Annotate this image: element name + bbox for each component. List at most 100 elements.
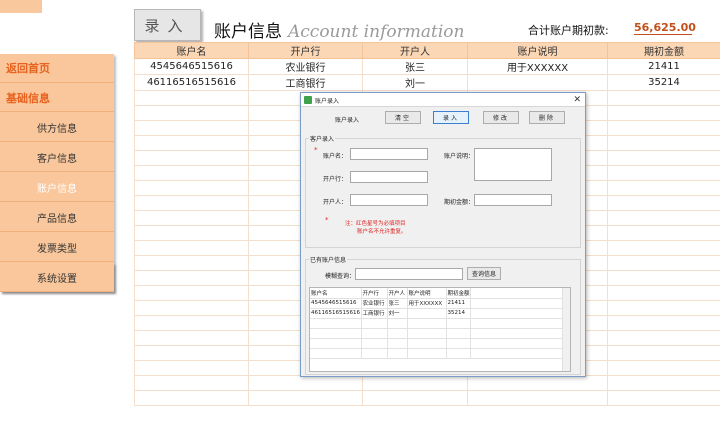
grid-row[interactable]: 4545646515616 农业银行 张三 用于XXXXXX 21411 [310,298,563,309]
table-cell[interactable] [134,90,249,106]
table-cell[interactable] [134,375,249,391]
table-cell[interactable] [607,300,720,316]
table-row[interactable]: 46116516515616 工商银行 刘一 35214 [134,74,720,91]
table-cell[interactable] [607,195,720,211]
table-cell[interactable] [607,360,720,376]
table-cell[interactable] [607,120,720,136]
table-cell[interactable] [134,360,249,376]
grid-cell[interactable]: 工商银行 [361,308,388,319]
table-cell[interactable] [134,225,249,241]
table-cell[interactable] [134,255,249,271]
table-row-empty[interactable] [134,375,720,391]
edit-button[interactable]: 修改 [483,111,519,124]
grid-cell[interactable]: 张三 [387,298,408,309]
table-cell[interactable] [134,315,249,331]
sidebar-item-product[interactable]: 产品信息 [0,203,114,232]
table-cell[interactable] [134,135,249,151]
sidebar-item-customer[interactable]: 客户信息 [0,143,114,172]
table-cell[interactable] [607,375,720,391]
grid-cell[interactable]: 农业银行 [361,298,388,309]
table-cell[interactable] [467,74,608,91]
table-cell[interactable] [134,150,249,166]
table-cell[interactable] [134,210,249,226]
table-cell[interactable] [607,90,720,106]
table-cell[interactable] [607,285,720,301]
initial-amount-input[interactable] [474,194,552,206]
grid-cell[interactable]: 4545646515616 [310,298,362,309]
enter-button[interactable]: 录入 [433,111,469,124]
table-cell[interactable] [134,285,249,301]
table-cell[interactable] [362,375,468,391]
table-cell[interactable] [134,270,249,286]
back-home-button[interactable]: 返回首页 [0,54,114,83]
table-cell[interactable] [134,120,249,136]
table-cell[interactable] [134,165,249,181]
table-cell[interactable] [607,345,720,361]
sheet-tab-stub[interactable] [0,0,42,13]
table-cell[interactable] [134,180,249,196]
grid-scrollbar[interactable] [562,288,570,371]
table-row-empty[interactable] [134,390,720,406]
table-cell[interactable] [607,270,720,286]
table-cell[interactable]: 工商银行 [248,74,363,91]
existing-group-label: 已有账户信息 [309,255,348,264]
grid-cell[interactable]: 46116516515616 [310,308,362,319]
table-cell[interactable] [607,135,720,151]
entry-button[interactable]: 录入 [134,9,201,41]
table-cell[interactable]: 4545646515616 [134,58,249,75]
table-cell[interactable] [607,105,720,121]
table-cell[interactable] [248,390,363,406]
table-cell[interactable] [134,330,249,346]
grid-cell[interactable]: 35214 [446,308,471,319]
table-cell[interactable] [607,390,720,406]
table-cell[interactable] [134,390,249,406]
search-button[interactable]: 查询信息 [467,267,501,280]
table-cell[interactable] [607,225,720,241]
delete-button[interactable]: 删除 [529,111,565,124]
table-cell[interactable] [607,150,720,166]
holder-input[interactable] [350,194,428,206]
table-cell[interactable] [467,375,608,391]
sheet-header-description: 账户说明 [467,42,608,59]
accounts-grid[interactable]: 账户名 开户行 开户人 账户说明 期初金额 4545646515616 农业银行… [309,287,571,372]
table-cell[interactable] [607,315,720,331]
table-cell[interactable]: 张三 [362,58,468,75]
table-cell[interactable]: 刘一 [362,74,468,91]
table-cell[interactable] [607,255,720,271]
bank-input[interactable] [350,171,428,183]
table-cell[interactable] [248,375,363,391]
grid-cell[interactable] [407,308,447,319]
grid-cell[interactable]: 刘一 [387,308,408,319]
table-cell[interactable]: 农业银行 [248,58,363,75]
search-input[interactable] [355,268,463,280]
description-input[interactable] [474,148,552,181]
table-cell[interactable]: 35214 [607,74,720,91]
dialog-titlebar[interactable]: 账户录入 ✕ [301,93,585,107]
table-cell[interactable] [362,390,468,406]
clear-button[interactable]: 清空 [385,111,421,124]
grid-row[interactable]: 46116516515616 工商银行 刘一 35214 [310,308,563,319]
table-cell[interactable]: 21411 [607,58,720,75]
grid-cell[interactable]: 21411 [446,298,471,309]
sidebar-item-account[interactable]: 账户信息 [0,173,114,202]
sidebar-item-invoice-type[interactable]: 发票类型 [0,233,114,262]
sidebar-item-supplier[interactable]: 供方信息 [0,113,114,142]
table-cell[interactable] [134,240,249,256]
table-cell[interactable] [134,105,249,121]
table-row[interactable]: 4545646515616 农业银行 张三 用于XXXXXX 21411 [134,58,720,75]
table-cell[interactable] [134,195,249,211]
table-cell[interactable] [607,180,720,196]
table-cell[interactable] [607,165,720,181]
table-cell[interactable] [607,210,720,226]
table-cell[interactable]: 46116516515616 [134,74,249,91]
table-cell[interactable] [134,345,249,361]
table-cell[interactable]: 用于XXXXXX [467,58,608,75]
sidebar-item-system-settings[interactable]: 系统设置 [0,263,114,292]
grid-cell[interactable]: 用于XXXXXX [407,298,447,309]
account-name-input[interactable] [350,148,428,160]
table-cell[interactable] [467,390,608,406]
table-cell[interactable] [607,330,720,346]
table-cell[interactable] [607,240,720,256]
close-icon[interactable]: ✕ [573,94,581,106]
table-cell[interactable] [134,300,249,316]
